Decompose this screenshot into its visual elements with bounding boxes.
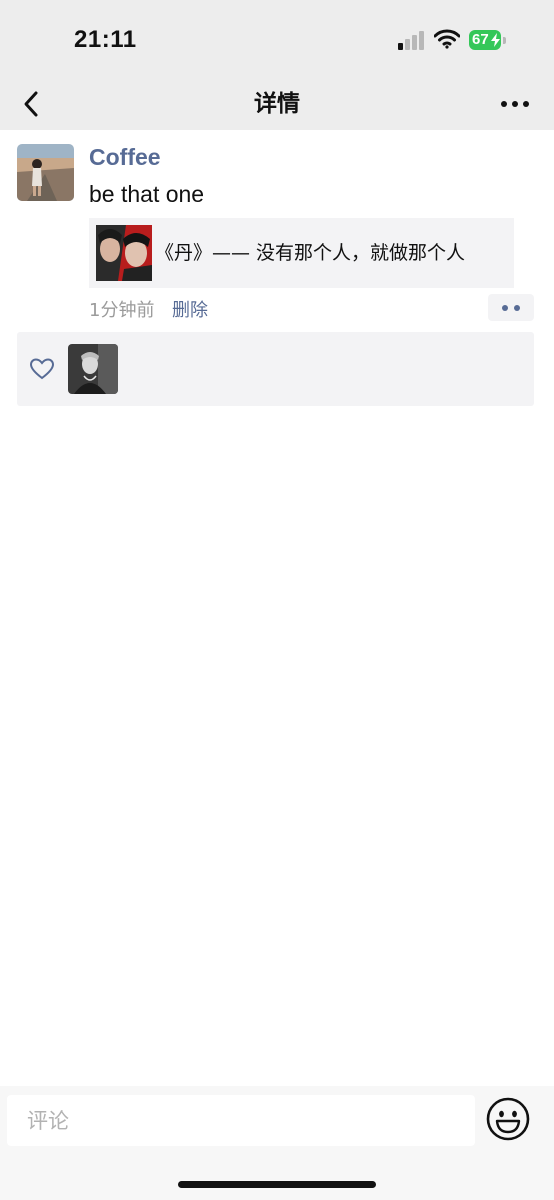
dot-icon: [514, 305, 520, 311]
author-avatar[interactable]: [17, 144, 74, 201]
shared-link-title: 《丹》—— 没有那个人，就做那个人: [155, 242, 466, 264]
delete-button[interactable]: 删除: [172, 296, 208, 322]
post-action-button[interactable]: [488, 294, 534, 321]
post-time: 1分钟前: [89, 300, 155, 321]
comment-input[interactable]: [7, 1095, 475, 1146]
heart-outline-icon: [30, 358, 54, 380]
wifi-icon: [434, 29, 460, 49]
signal-icon: [398, 31, 424, 50]
more-dots-icon[interactable]: [500, 94, 530, 114]
status-time: 21:11: [74, 26, 137, 53]
likes-panel: [17, 332, 534, 406]
emoji-smile-icon[interactable]: [485, 1096, 531, 1142]
battery-tip: [503, 37, 506, 44]
shared-link-card[interactable]: 《丹》—— 没有那个人，就做那个人: [89, 218, 514, 288]
page-title: 详情: [254, 91, 300, 117]
comment-bar: [0, 1086, 554, 1200]
status-bar: 21:11 67: [0, 0, 554, 78]
author-name[interactable]: Coffee: [89, 144, 161, 171]
home-indicator: [178, 1181, 376, 1188]
post-text: be that one: [89, 181, 205, 207]
liker-avatar[interactable]: [68, 344, 118, 394]
nav-bar: 详情: [0, 78, 554, 130]
bolt-icon: [491, 33, 500, 47]
chevron-left-icon[interactable]: [20, 84, 44, 124]
dot-icon: [502, 305, 508, 311]
battery-charging-icon: 67: [469, 30, 507, 52]
shared-link-thumbnail: [96, 225, 152, 281]
